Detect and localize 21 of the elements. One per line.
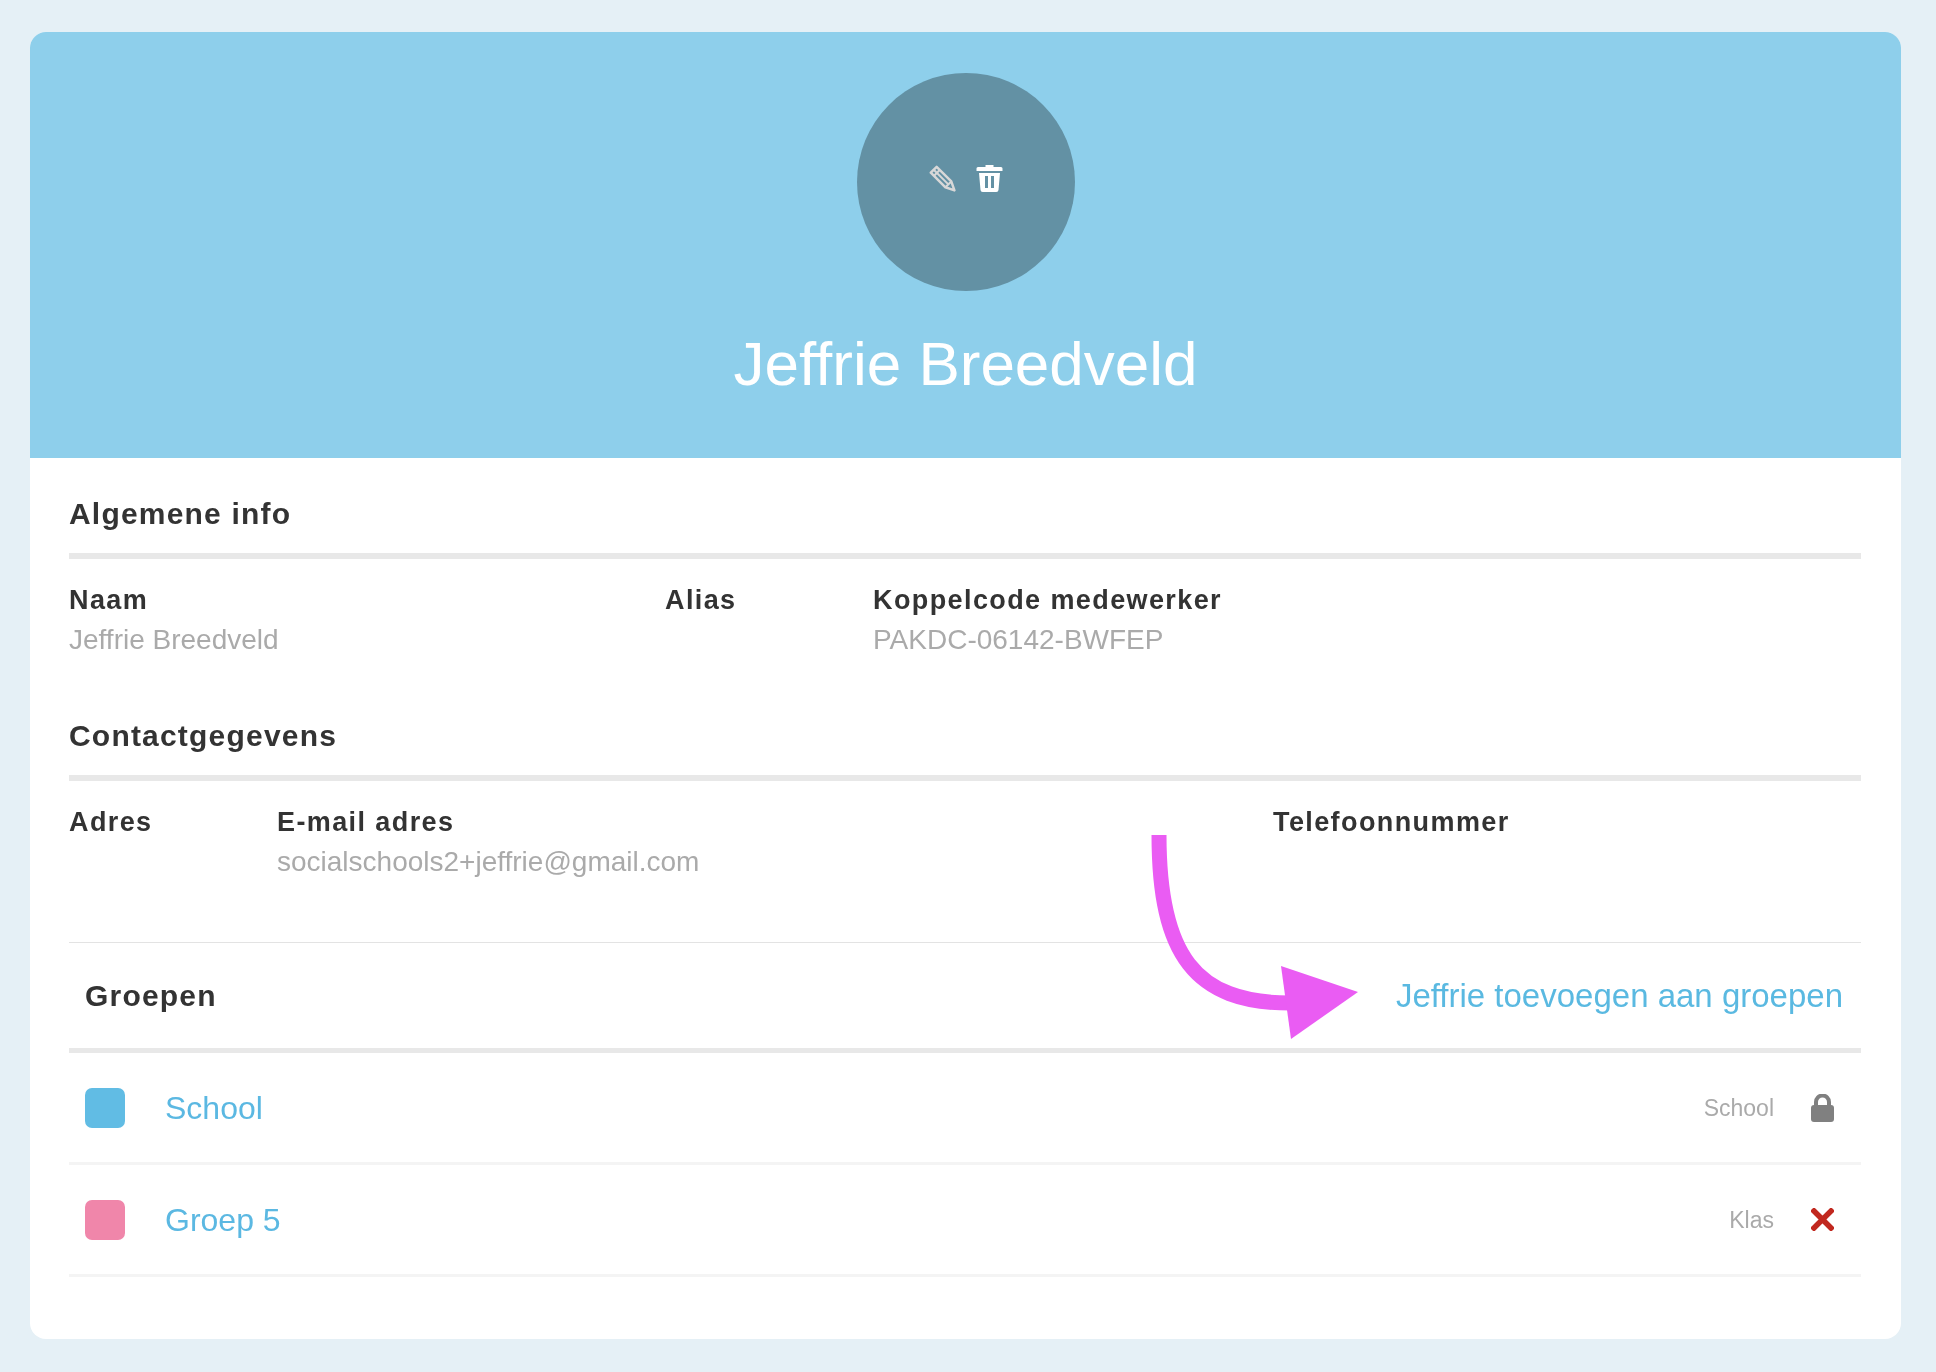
profile-name: Jeffrie Breedveld <box>733 328 1198 400</box>
field-label: Naam <box>69 584 149 617</box>
field-label: E-mail adres <box>277 806 455 839</box>
field-label: Adres <box>69 806 153 839</box>
section-title: Contactgegevens <box>69 718 338 754</box>
trash-icon[interactable] <box>975 164 1003 192</box>
remove-icon[interactable] <box>1811 1208 1834 1231</box>
field-label: Telefoonnummer <box>1273 806 1510 839</box>
field-label: Koppelcode medewerker <box>873 584 1222 617</box>
section-title: Algemene info <box>69 496 292 532</box>
field-value: Jeffrie Breedveld <box>69 623 279 657</box>
groups-title: Groepen <box>85 977 217 1014</box>
group-type: School <box>1703 1093 1774 1122</box>
group-type: Klas <box>1729 1205 1774 1234</box>
pencil-icon[interactable] <box>928 164 956 192</box>
group-name-link[interactable]: Groep 5 <box>165 1200 281 1239</box>
field-value: PAKDC-06142-BWFEP <box>873 623 1164 657</box>
group-name-link[interactable]: School <box>165 1088 263 1127</box>
add-to-groups-link[interactable]: Jeffrie toevoegen aan groepen <box>1395 976 1843 1015</box>
field-label: Alias <box>665 584 737 617</box>
field-value: socialschools2+jeffrie@gmail.com <box>277 845 700 879</box>
